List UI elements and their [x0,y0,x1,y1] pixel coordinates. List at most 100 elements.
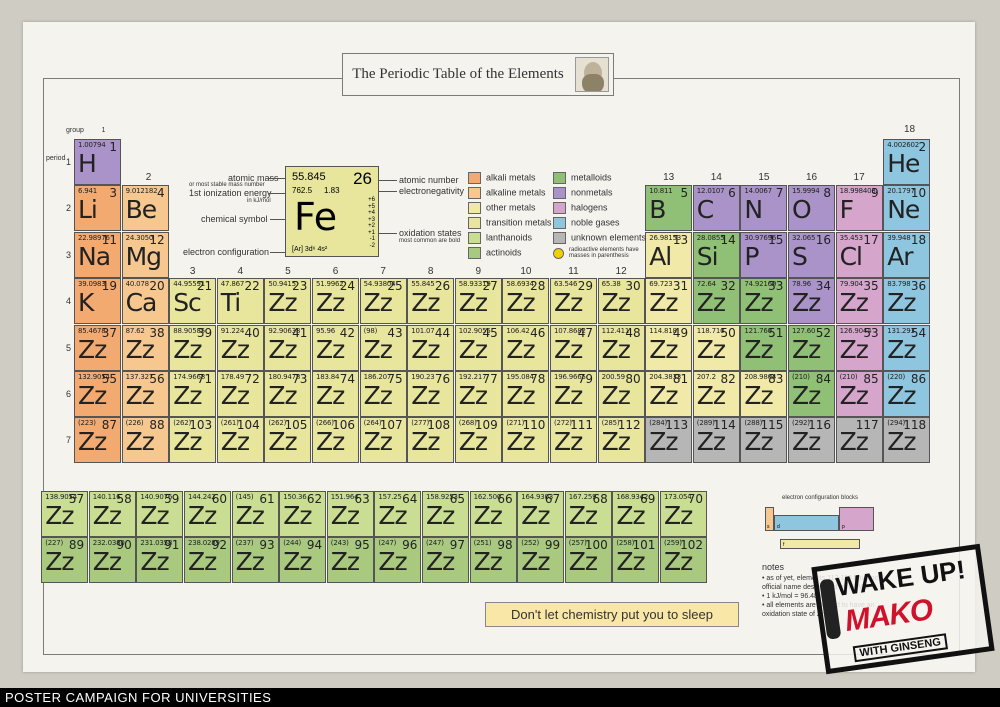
element-cell: 204.3833 81 Zz [645,371,693,417]
legend-item: nonmetals [553,187,613,199]
element-cell: 91.224 40 Zz [216,324,264,371]
legend-swatch [553,187,566,199]
atomic-number: 6 [728,186,736,201]
element-symbol: Zz [601,288,631,318]
lanthanoid-cell: 158.9253 65 Zz [422,491,469,537]
element-symbol: Zz [839,334,869,364]
element-symbol: K [78,288,94,318]
atomic-number: 18 [910,232,927,247]
atomic-mass: 9.012182 [125,187,158,196]
atomic-mass: 91.224 [220,326,245,335]
element-symbol: Zz [363,381,393,410]
atomic-mass: 35.453 [839,233,863,242]
element-symbol: Zz [616,547,645,576]
element-cell: 92.90638 41 Zz [264,324,312,371]
element-cell: 127.60 52 Zz [788,324,835,371]
element-symbol: Zz [473,547,503,576]
group-number: 12 [615,266,627,277]
element-symbol: Zz [696,288,726,318]
element-symbol: Zz [188,501,217,530]
legend-label: metalloids [571,172,612,183]
actinoid-cell: 238.0289 92 Zz [184,537,231,583]
actinoid-cell: (244) 94 Zz [279,537,327,583]
element-cell: 180.9478 73 Zz [264,371,312,417]
label-ionization-energy: 1st ionization energy [189,188,272,198]
atomic-number: 19 [101,279,117,294]
element-symbol: Zz [363,427,393,457]
atomic-mass: 6.941 [78,187,98,196]
element-symbol: Zz [220,427,250,457]
lanthanoid-cell: 168.9342 69 Zz [612,491,660,537]
atomic-mass: (252) [521,539,540,547]
atomic-mass: (98) [363,326,378,335]
element-cell: (98) 43 Zz [359,324,407,371]
pointer-line [268,178,285,179]
atomic-number: 17 [863,232,879,247]
page-title: The Periodic Table of the Elements [352,66,564,82]
element-symbol: Zz [363,288,393,318]
d-block-swatch: d [774,515,839,531]
element-cell: 88.90585 39 Zz [169,324,217,371]
element-symbol: Zz [78,427,107,457]
legend-label: lanthanoids [486,232,533,243]
element-symbol: Zz [78,334,107,364]
atomic-mass: 190.23 [411,373,435,381]
element-symbol: Zz [220,381,250,410]
element-symbol: Zz [616,501,645,530]
actinoid-cell: (243) 95 Zz [326,537,374,583]
key-oxidation-states: +6 +5 +4 +3 +2 +1 -1 -2 [368,197,375,249]
actinoid-cell: 231.0358 91 Zz [136,537,184,583]
element-symbol: Zz [188,547,217,576]
legend-swatch [468,202,481,214]
key-electron-configuration: [Ar] 3d⁶ 4s² [292,246,328,253]
element-symbol: Sc [173,288,202,318]
element-cell: 10.811 5 B [645,185,693,232]
tagline: Don't let chemistry put you to sleep [485,602,739,627]
element-cell: (210) 85 Zz [835,371,883,417]
element-symbol: Be [125,195,158,225]
element-symbol: Zz [887,334,916,364]
element-symbol: Zz [887,381,916,410]
period-number: 7 [66,435,72,446]
atomic-number: 13 [672,232,689,247]
label-atomic-number: atomic number [399,175,459,185]
element-cell: 6.941 3 Li [74,185,121,232]
element-cell: 106.42 46 Zz [502,324,550,371]
atomic-mass: 65.38 [601,280,621,289]
period-number: 5 [66,342,72,353]
element-symbol: C [696,195,714,225]
period-number: 4 [66,296,72,307]
element-symbol: Na [78,241,111,271]
element-cell: 95.96 42 Zz [312,324,359,371]
element-symbol: Zz [568,547,598,576]
pointer-line [270,219,285,220]
element-symbol: Zz [887,427,916,457]
element-symbol: Zz [140,501,169,530]
f-block-swatch: f [780,539,860,549]
legend-item: radioactive elements have masses in pare… [553,247,649,259]
element-cell: 101.07 44 Zz [407,324,455,371]
element-cell: 195.084 78 Zz [502,371,550,417]
legend-item: lanthanoids [468,232,532,244]
group-number: 3 [189,266,196,277]
actinoid-cell: (252) 99 Zz [517,537,565,583]
atomic-number: 14 [720,232,736,247]
legend-swatch [468,172,481,184]
atomic-mass: 87.62 [125,326,145,335]
element-cell: 72.64 32 Zz [692,278,740,325]
element-symbol: Zz [521,501,550,530]
atomic-mass: (210) [839,373,858,381]
atomic-mass: 39.948 [887,233,911,242]
atomic-mass: (251) [473,539,492,547]
element-symbol: Zz [268,427,297,457]
element-symbol: Zz [173,381,202,410]
period-label: period [46,155,66,162]
atomic-mass: 83.798 [887,280,911,289]
element-cell: (294) 118 Zz [883,417,931,464]
element-cell: 69.723 31 Zz [645,278,693,325]
p-block-swatch: p [839,507,874,531]
group-number: 8 [427,266,434,277]
element-symbol: O [792,195,812,225]
legend-swatch [553,232,566,244]
atomic-mass: 4.002602 [887,141,919,149]
